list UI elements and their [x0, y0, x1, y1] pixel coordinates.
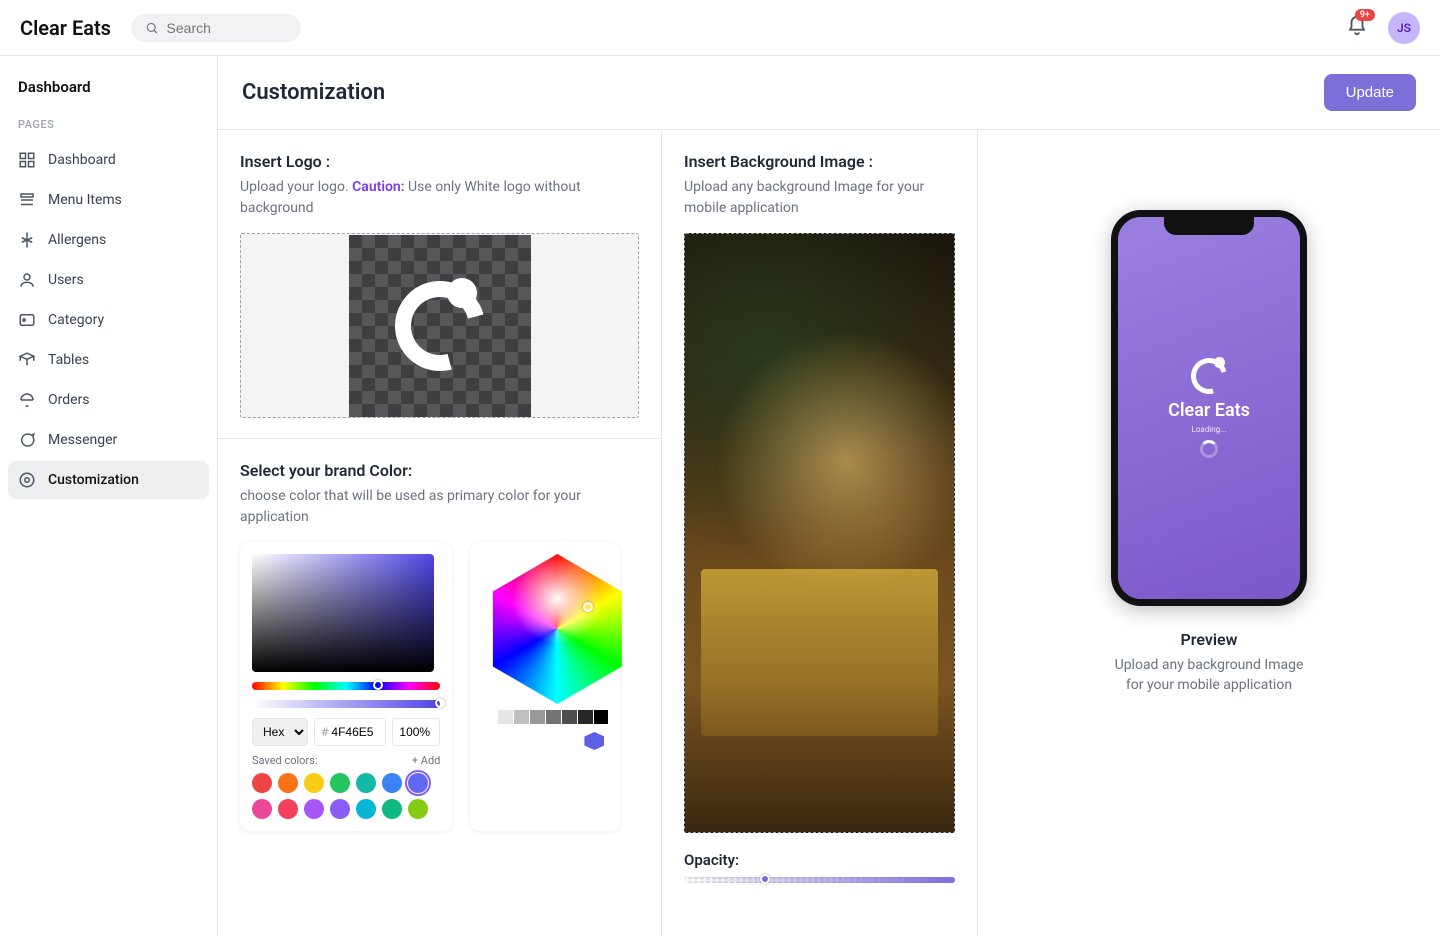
caution-label: Caution: [352, 179, 404, 195]
sidebar-item-orders[interactable]: Orders [8, 381, 209, 419]
logo-preview [349, 235, 531, 417]
color-swatch[interactable] [408, 799, 428, 819]
color-swatch[interactable] [278, 773, 298, 793]
preview-title: Preview [1181, 630, 1238, 649]
logo-title: Insert Logo : [240, 152, 639, 171]
preview-brand: Clear Eats [1168, 400, 1250, 421]
preview-logo-icon [1191, 358, 1227, 394]
hex-input-wrap[interactable]: # [314, 718, 386, 746]
preview-desc: Upload any background Image for your mob… [1109, 655, 1309, 696]
alpha-input[interactable] [399, 725, 433, 739]
logo-mark-icon [395, 281, 485, 371]
current-color-swatch [584, 732, 604, 750]
color-swatch[interactable] [252, 773, 272, 793]
color-swatch[interactable] [382, 773, 402, 793]
sidebar-item-label: Orders [48, 392, 90, 408]
color-format-select[interactable]: Hex [252, 718, 308, 746]
hue-slider[interactable] [252, 682, 440, 690]
search-box[interactable] [131, 14, 301, 42]
phone-preview: Clear Eats Loading... [1111, 210, 1307, 606]
page-title: Customization [242, 80, 385, 105]
hexagon-picker[interactable] [482, 554, 632, 704]
background-dropzone[interactable] [684, 233, 955, 833]
color-desc: choose color that will be used as primar… [240, 486, 639, 528]
saved-colors-label: Saved colors: [252, 754, 318, 767]
color-picker-hex [470, 542, 620, 831]
saturation-value-picker[interactable] [252, 554, 434, 672]
logo-dropzone[interactable] [240, 233, 639, 418]
menu-icon [18, 191, 36, 209]
sidebar-item-label: Allergens [48, 232, 106, 248]
sidebar-item-label: Dashboard [48, 152, 116, 168]
alpha-slider[interactable] [252, 700, 440, 708]
opacity-slider[interactable] [684, 877, 955, 883]
color-swatch[interactable] [408, 773, 428, 793]
sidebar-item-users[interactable]: Users [8, 261, 209, 299]
search-icon [145, 20, 159, 36]
orders-icon [18, 391, 36, 409]
color-swatch[interactable] [382, 799, 402, 819]
sidebar-item-label: Messenger [48, 432, 117, 448]
sidebar-item-tables[interactable]: Tables [8, 341, 209, 379]
sidebar-section-label: PAGES [8, 110, 209, 139]
bg-title: Insert Background Image : [684, 152, 955, 171]
color-swatch[interactable] [252, 799, 272, 819]
sidebar-item-label: Category [48, 312, 104, 328]
notifications-button[interactable]: 9+ [1346, 15, 1368, 41]
preview-loading-text: Loading... [1192, 425, 1227, 434]
background-preview [685, 234, 954, 832]
sidebar-item-label: Tables [48, 352, 89, 368]
sidebar-item-label: Customization [48, 472, 139, 488]
opacity-label: Opacity: [684, 851, 955, 869]
sidebar-item-menu[interactable]: Menu Items [8, 181, 209, 219]
hash-label: # [321, 725, 328, 739]
messenger-icon [18, 431, 36, 449]
color-picker-sv: Hex # Saved colors: + Add [240, 542, 452, 831]
update-button[interactable]: Update [1324, 74, 1416, 111]
saved-swatches [252, 773, 440, 819]
page-header: Customization Update [218, 56, 1440, 130]
grayscale-picker[interactable] [482, 710, 608, 724]
color-swatch[interactable] [304, 773, 324, 793]
spinner-icon [1200, 440, 1218, 458]
allergen-icon [18, 231, 36, 249]
user-icon [18, 271, 36, 289]
category-icon [18, 311, 36, 329]
logo-desc: Upload your logo. Caution: Use only Whit… [240, 177, 639, 219]
bg-desc: Upload any background Image for your mob… [684, 177, 955, 219]
topbar: Clear Eats 9+ JS [0, 0, 1440, 56]
sidebar-item-label: Users [48, 272, 84, 288]
search-input[interactable] [167, 20, 287, 36]
color-swatch[interactable] [356, 773, 376, 793]
color-swatch[interactable] [330, 773, 350, 793]
color-swatch[interactable] [278, 799, 298, 819]
hex-input[interactable] [331, 725, 379, 739]
sidebar-item-category[interactable]: Category [8, 301, 209, 339]
sidebar-item-label: Menu Items [48, 192, 122, 208]
notification-badge: 9+ [1355, 9, 1375, 21]
sidebar-item-allergens[interactable]: Allergens [8, 221, 209, 259]
customization-icon [18, 471, 36, 489]
sidebar: Dashboard PAGES Dashboard Menu Items All… [0, 56, 218, 936]
dashboard-icon [18, 151, 36, 169]
alpha-input-wrap[interactable] [392, 718, 440, 746]
table-icon [18, 351, 36, 369]
sidebar-item-messenger[interactable]: Messenger [8, 421, 209, 459]
color-title: Select your brand Color: [240, 461, 639, 480]
brand-name: Clear Eats [20, 16, 111, 40]
add-color-button[interactable]: + Add [412, 754, 441, 767]
color-swatch[interactable] [356, 799, 376, 819]
avatar[interactable]: JS [1388, 12, 1420, 44]
color-swatch[interactable] [330, 799, 350, 819]
sidebar-item-customization[interactable]: Customization [8, 461, 209, 499]
sidebar-title: Dashboard [8, 72, 209, 110]
color-swatch[interactable] [304, 799, 324, 819]
sidebar-item-dashboard[interactable]: Dashboard [8, 141, 209, 179]
